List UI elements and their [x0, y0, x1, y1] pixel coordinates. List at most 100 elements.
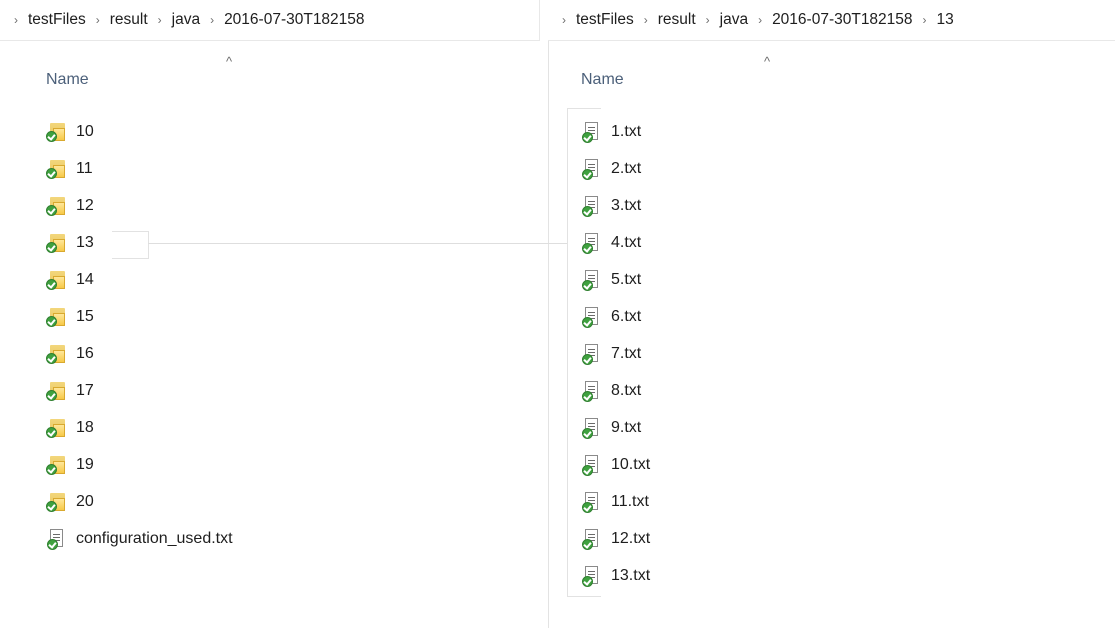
- item-name: 13.txt: [611, 566, 651, 584]
- synced-text-file-icon: [581, 158, 601, 180]
- synced-text-file-icon: [581, 565, 601, 587]
- synced-folder-icon: [46, 344, 66, 364]
- item-name: configuration_used.txt: [76, 529, 233, 547]
- list-item[interactable]: 8.txt: [581, 372, 1101, 409]
- item-name: 10: [76, 122, 94, 140]
- list-item[interactable]: 7.txt: [581, 335, 1101, 372]
- list-item[interactable]: configuration_used.txt: [46, 520, 566, 557]
- breadcrumb-item[interactable]: java: [717, 11, 751, 29]
- list-item[interactable]: 10: [46, 113, 566, 150]
- item-name: 11: [76, 159, 93, 177]
- connector-line: [148, 243, 568, 244]
- item-name: 18: [76, 418, 94, 436]
- breadcrumb-item[interactable]: testFiles: [25, 11, 89, 29]
- list-item[interactable]: 2.txt: [581, 150, 1101, 187]
- synced-folder-icon: [46, 381, 66, 401]
- file-list: 1.txt 2.txt 3.txt 4.txt 5.txt 6.txt 7.txt 8.txt…: [581, 113, 1101, 594]
- item-name: 12: [76, 196, 94, 214]
- list-item[interactable]: 19: [46, 446, 566, 483]
- synced-folder-icon: [46, 233, 66, 253]
- item-name: 9.txt: [611, 418, 642, 436]
- item-name: 20: [76, 492, 94, 510]
- pane-divider: [548, 40, 549, 628]
- item-name: 14: [76, 270, 94, 288]
- list-item[interactable]: 5.txt: [581, 261, 1101, 298]
- sort-ascending-icon: ^: [226, 54, 233, 69]
- item-name: 19: [76, 455, 94, 473]
- item-name: 11.txt: [611, 492, 649, 510]
- breadcrumb-chevron-icon[interactable]: ›: [151, 13, 169, 27]
- breadcrumb-item[interactable]: testFiles: [573, 11, 637, 29]
- synced-folder-icon: [46, 122, 66, 142]
- breadcrumb: › testFiles › result › java › 2016-07-30…: [548, 0, 1115, 41]
- list-item[interactable]: 18: [46, 409, 566, 446]
- item-name: 7.txt: [611, 344, 642, 362]
- list-item[interactable]: 12: [46, 187, 566, 224]
- list-item[interactable]: 4.txt: [581, 224, 1101, 261]
- breadcrumb-chevron-icon[interactable]: ›: [203, 13, 221, 27]
- list-item[interactable]: 6.txt: [581, 298, 1101, 335]
- connector-bracket-bottom: [567, 596, 601, 597]
- connector-bracket-side: [567, 108, 568, 596]
- item-name: 4.txt: [611, 233, 642, 251]
- synced-folder-icon: [46, 307, 66, 327]
- item-name: 17: [76, 381, 94, 399]
- synced-text-file-icon: [581, 491, 601, 513]
- synced-folder-icon: [46, 492, 66, 512]
- breadcrumb-item[interactable]: 2016-07-30T182158: [769, 11, 915, 29]
- right-explorer-pane: › testFiles › result › java › 2016-07-30…: [548, 0, 1115, 628]
- list-item[interactable]: 15: [46, 298, 566, 335]
- synced-text-file-icon: [581, 380, 601, 402]
- breadcrumb-item[interactable]: result: [655, 11, 699, 29]
- list-item[interactable]: 3.txt: [581, 187, 1101, 224]
- list-item[interactable]: 20: [46, 483, 566, 520]
- list-item[interactable]: 17: [46, 372, 566, 409]
- synced-text-file-icon: [581, 269, 601, 291]
- list-item[interactable]: 14: [46, 261, 566, 298]
- item-name: 10.txt: [611, 455, 651, 473]
- list-item[interactable]: 11.txt: [581, 483, 1101, 520]
- synced-text-file-icon: [46, 528, 66, 550]
- synced-text-file-icon: [581, 454, 601, 476]
- list-item[interactable]: 11: [46, 150, 566, 187]
- list-item[interactable]: 9.txt: [581, 409, 1101, 446]
- breadcrumb-chevron-icon[interactable]: ›: [751, 13, 769, 27]
- breadcrumb: › testFiles › result › java › 2016-07-30…: [0, 0, 540, 41]
- file-list: 10 11 12 13 14 15 16 17 18 19 20 configuration_used…: [46, 113, 566, 557]
- breadcrumb-item[interactable]: java: [169, 11, 203, 29]
- synced-folder-icon: [46, 270, 66, 290]
- list-item[interactable]: 1.txt: [581, 113, 1101, 150]
- breadcrumb-chevron-icon[interactable]: ›: [0, 13, 25, 27]
- name-column-header[interactable]: ^ Name: [581, 54, 881, 94]
- item-name: 15: [76, 307, 94, 325]
- breadcrumb-item[interactable]: 2016-07-30T182158: [221, 11, 367, 29]
- breadcrumb-chevron-icon[interactable]: ›: [548, 13, 573, 27]
- name-column-header[interactable]: ^ Name: [46, 54, 346, 94]
- breadcrumb-chevron-icon[interactable]: ›: [637, 13, 655, 27]
- item-name: 1.txt: [611, 122, 642, 140]
- synced-text-file-icon: [581, 195, 601, 217]
- list-item[interactable]: 13.txt: [581, 557, 1101, 594]
- synced-text-file-icon: [581, 232, 601, 254]
- synced-folder-icon: [46, 196, 66, 216]
- list-item[interactable]: 10.txt: [581, 446, 1101, 483]
- synced-text-file-icon: [581, 121, 601, 143]
- breadcrumb-chevron-icon[interactable]: ›: [916, 13, 934, 27]
- item-name: 16: [76, 344, 94, 362]
- item-name: 2.txt: [611, 159, 642, 177]
- list-item[interactable]: 12.txt: [581, 520, 1101, 557]
- synced-text-file-icon: [581, 417, 601, 439]
- breadcrumb-chevron-icon[interactable]: ›: [699, 13, 717, 27]
- synced-text-file-icon: [581, 528, 601, 550]
- breadcrumb-item[interactable]: result: [107, 11, 151, 29]
- item-name: 3.txt: [611, 196, 642, 214]
- connector-bracket: [112, 231, 149, 259]
- list-item[interactable]: 16: [46, 335, 566, 372]
- synced-text-file-icon: [581, 306, 601, 328]
- item-name: 13: [76, 233, 94, 251]
- item-name: 6.txt: [611, 307, 642, 325]
- breadcrumb-chevron-icon[interactable]: ›: [89, 13, 107, 27]
- synced-folder-icon: [46, 455, 66, 475]
- breadcrumb-item[interactable]: 13: [934, 11, 957, 29]
- column-header-label: Name: [581, 71, 624, 88]
